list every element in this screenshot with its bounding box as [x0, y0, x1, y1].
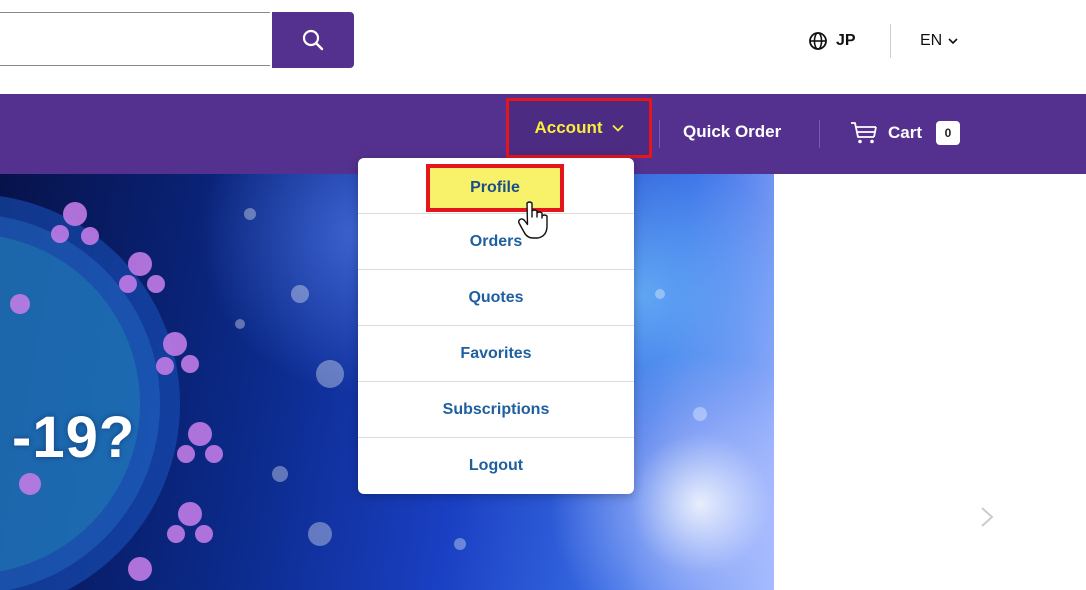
hero-headline: -19?: [12, 405, 136, 470]
region-selector[interactable]: JP: [808, 26, 856, 56]
account-label: Account: [534, 118, 603, 137]
language-selector[interactable]: EN: [920, 26, 958, 56]
region-label: JP: [836, 32, 856, 49]
chevron-down-icon: [948, 38, 958, 45]
menu-item-logout[interactable]: Logout: [358, 438, 634, 494]
search-button[interactable]: [272, 12, 354, 68]
menu-item-profile[interactable]: Profile: [358, 158, 634, 214]
quick-order-link[interactable]: Quick Order: [683, 122, 781, 142]
nav-divider: [659, 120, 660, 148]
menu-item-favorites[interactable]: Favorites: [358, 326, 634, 382]
account-menu-button[interactable]: Account: [506, 98, 652, 158]
hand-cursor-icon: [518, 201, 548, 239]
search-icon: [302, 29, 324, 51]
nav-divider: [819, 120, 820, 148]
cart-link[interactable]: Cart 0: [850, 116, 961, 150]
search-input[interactable]: [0, 12, 270, 66]
globe-icon: [809, 32, 827, 50]
menu-item-subscriptions[interactable]: Subscriptions: [358, 382, 634, 438]
cart-count-badge: 0: [936, 121, 961, 145]
menu-item-quotes[interactable]: Quotes: [358, 270, 634, 326]
chevron-down-icon: [611, 124, 624, 132]
cart-label: Cart: [888, 123, 923, 142]
account-dropdown-menu: Profile Orders Quotes Favorites Subscrip…: [358, 158, 634, 494]
menu-item-orders[interactable]: Orders: [358, 214, 634, 270]
cart-icon: [851, 122, 877, 144]
language-label: EN: [920, 32, 943, 49]
top-bar: JP EN: [0, 0, 1086, 94]
chevron-right-icon[interactable]: [980, 506, 994, 528]
header-divider: [890, 24, 891, 58]
